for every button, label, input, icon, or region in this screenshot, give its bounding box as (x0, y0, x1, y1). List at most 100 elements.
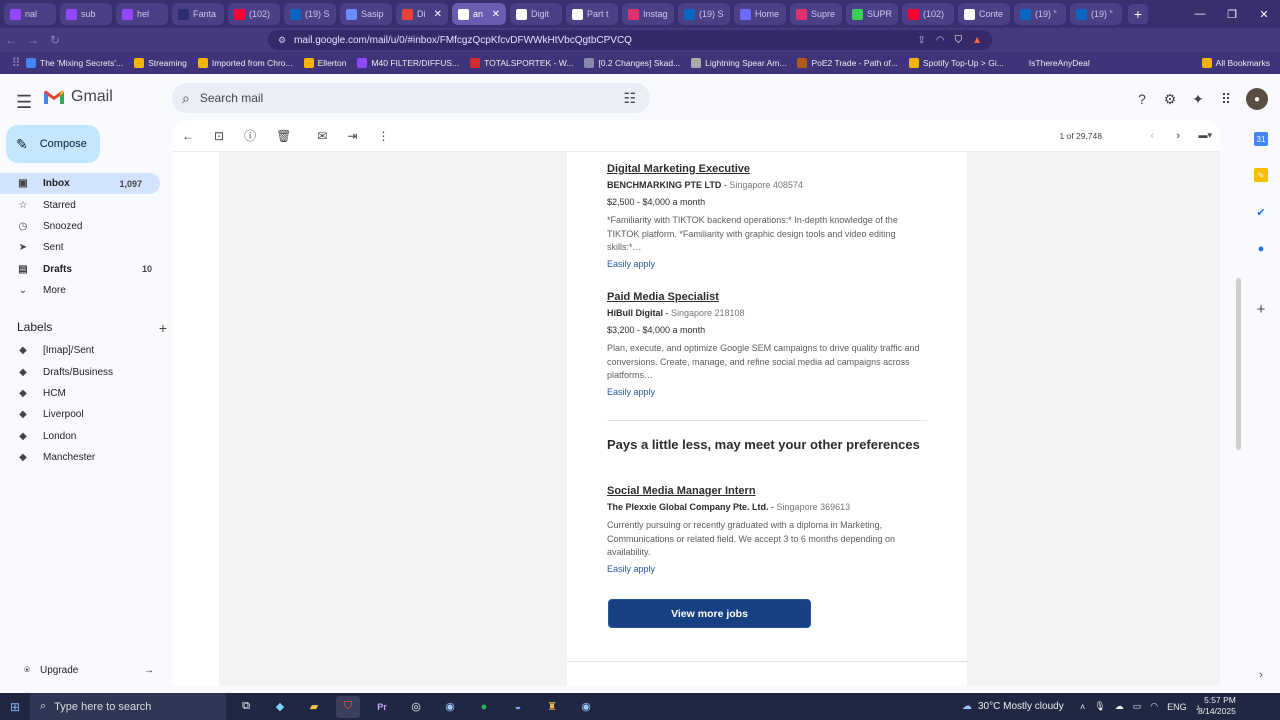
job-title[interactable]: Digital Marketing Executive (607, 163, 927, 175)
browser-tab[interactable]: (19) " (1070, 3, 1122, 25)
bookmark-item[interactable]: The 'Mixing Secrets'... (26, 58, 123, 68)
weather-widget[interactable]: ☁ 30°C Mostly cloudy (962, 693, 1064, 720)
browser-tab[interactable]: Home (734, 3, 786, 25)
job-title[interactable]: Social Media Manager Intern (607, 485, 927, 497)
site-info-icon[interactable]: ⚙ (278, 35, 286, 46)
app-icon[interactable]: ♜ (540, 696, 564, 718)
browser-tab[interactable]: (102) (902, 3, 954, 25)
hide-panel-icon[interactable]: › (1254, 668, 1268, 682)
browser-tab[interactable]: Fanta (172, 3, 224, 25)
browser-tab[interactable]: Digit (510, 3, 562, 25)
label-item[interactable]: ◆ Manchester (0, 447, 170, 468)
move-to-icon[interactable]: ⇥ (347, 129, 357, 143)
calendar-icon[interactable]: 31 (1254, 132, 1268, 146)
label-item[interactable]: ◆ London (0, 426, 170, 447)
add-addon-icon[interactable]: + (1254, 301, 1268, 318)
view-more-jobs-button[interactable]: View more jobs (608, 599, 811, 628)
task-view-icon[interactable]: ⧉ (234, 696, 258, 718)
easily-apply-link[interactable]: Easily apply (607, 564, 927, 574)
back-to-inbox-icon[interactable]: ← (182, 129, 194, 143)
wifi-icon[interactable]: ◠ (1150, 701, 1158, 712)
job-title[interactable]: Paid Media Specialist (607, 291, 927, 303)
premiere-pro-icon[interactable]: Pr (370, 696, 394, 718)
nav-item-snoozed[interactable]: ◷ Snoozed (0, 216, 170, 237)
nav-item-starred[interactable]: ☆ Starred (0, 194, 170, 215)
tasks-icon[interactable]: ✔ (1254, 205, 1268, 219)
browser-tab[interactable]: nal (4, 3, 56, 25)
settings-gear-icon[interactable]: ⚙ (1162, 91, 1178, 107)
google-apps-icon[interactable]: ⠿ (1218, 91, 1234, 107)
compose-button[interactable]: ✎ Compose (6, 125, 100, 163)
close-tab-icon[interactable]: ✕ (434, 9, 442, 20)
close-window-icon[interactable]: ✕ (1248, 0, 1280, 28)
file-explorer-icon[interactable]: ▰ (302, 696, 326, 718)
all-bookmarks-folder[interactable]: All Bookmarks (1201, 58, 1270, 68)
nav-item-inbox[interactable]: ▣ Inbox 1,097 (0, 173, 160, 195)
contacts-icon[interactable]: ● (1254, 242, 1268, 256)
avatar[interactable]: ● (1246, 88, 1268, 110)
browser-tab[interactable]: (102) (228, 3, 280, 25)
nav-item-drafts[interactable]: ▤ Drafts 10 (0, 259, 170, 280)
bookmark-item[interactable]: [0.2 Changes] Skad... (584, 58, 680, 68)
language-indicator[interactable]: ENG (1167, 702, 1187, 712)
url-field[interactable]: ⚙ mail.google.com/mail/u/0/#inbox/FMfcgz… (268, 30, 992, 50)
nav-item-more[interactable]: ⌄ More (0, 280, 170, 301)
browser-tab[interactable]: (19) S (284, 3, 336, 25)
mic-icon[interactable]: 🎙 (1094, 701, 1105, 712)
taskbar-search-input[interactable]: Type here to search (54, 701, 151, 713)
network-icon[interactable]: ▭ (1133, 701, 1142, 712)
restore-icon[interactable]: ❐ (1216, 0, 1248, 28)
share-icon[interactable]: ⇪ (917, 35, 925, 46)
search-input[interactable]: Search mail (200, 91, 263, 105)
steam-icon[interactable]: ◉ (438, 696, 462, 718)
label-item[interactable]: ◆ Drafts/Business (0, 361, 170, 382)
steam-icon[interactable]: ◉ (574, 696, 598, 718)
mark-unread-icon[interactable]: ✉ (317, 129, 327, 143)
apps-grid-icon[interactable]: ⠿ (6, 56, 26, 70)
input-tools-icon[interactable]: ▬▾ (1198, 130, 1212, 141)
github-icon[interactable]: ◎ (404, 696, 428, 718)
search-icon[interactable]: ⌕ (182, 90, 190, 107)
browser-tab[interactable]: hel (116, 3, 168, 25)
easily-apply-link[interactable]: Easily apply (607, 387, 927, 397)
label-item[interactable]: ◆ [Imap]/Sent (0, 340, 170, 361)
browser-tab[interactable]: Di ✕ (396, 3, 448, 25)
bookmark-item[interactable]: Streaming (134, 58, 187, 68)
browser-tab[interactable]: sub (60, 3, 112, 25)
bookmark-item[interactable]: PoE2 Trade - Path of... (797, 58, 898, 68)
bookmark-item[interactable]: Imported from Chro... (197, 58, 293, 68)
bookmark-item[interactable]: Ellerton (303, 58, 346, 68)
add-label-icon[interactable]: + (159, 320, 167, 336)
close-tab-icon[interactable]: ✕ (492, 9, 500, 20)
discord-icon[interactable]: ◒ (506, 696, 530, 718)
reload-icon[interactable]: ↻ (44, 33, 66, 47)
brave-rewards-icon[interactable]: ▲ (972, 35, 982, 46)
back-icon[interactable]: ← (0, 33, 22, 47)
bookmark-item[interactable]: TOTALSPORTEK - W... (470, 58, 573, 68)
browser-tab[interactable]: (19) " (1014, 3, 1066, 25)
rss-icon[interactable]: ◠ (936, 35, 945, 46)
browser-tab[interactable]: Sasip (340, 3, 392, 25)
search-options-icon[interactable]: ☷ (623, 90, 636, 107)
upgrade-button[interactable]: ⍟ Upgrade → (24, 665, 154, 676)
brave-shield-icon[interactable]: ⛉ (955, 35, 963, 46)
forward-icon[interactable]: → (22, 33, 44, 47)
label-item[interactable]: ◆ HCM (0, 383, 170, 404)
gmail-logo[interactable]: Gmail (43, 88, 113, 106)
nav-item-sent[interactable]: ➤ Sent (0, 237, 170, 258)
bookmark-item[interactable]: M40 FILTER/DIFFUS... (357, 58, 459, 68)
taskbar-search[interactable]: ⌕ Type here to search (30, 693, 226, 720)
minimize-icon[interactable]: — (1184, 0, 1216, 28)
chevron-up-icon[interactable]: ˄ (1080, 702, 1085, 712)
scrollbar-thumb[interactable] (1236, 278, 1241, 450)
brave-browser-icon[interactable]: ⛉ (336, 695, 360, 718)
browser-tab[interactable]: an ✕ (452, 3, 506, 25)
delete-icon[interactable]: 🗑 (276, 129, 291, 143)
browser-tab[interactable]: Part t (566, 3, 618, 25)
older-icon[interactable]: › (1176, 130, 1180, 142)
search-bar[interactable]: ⌕ Search mail ☷ (172, 83, 650, 113)
easily-apply-link[interactable]: Easily apply (607, 259, 927, 269)
copilot-icon[interactable]: ◆ (268, 696, 292, 718)
main-menu-icon[interactable]: ☰ (16, 92, 32, 113)
report-spam-icon[interactable]: ⓘ (244, 127, 256, 144)
